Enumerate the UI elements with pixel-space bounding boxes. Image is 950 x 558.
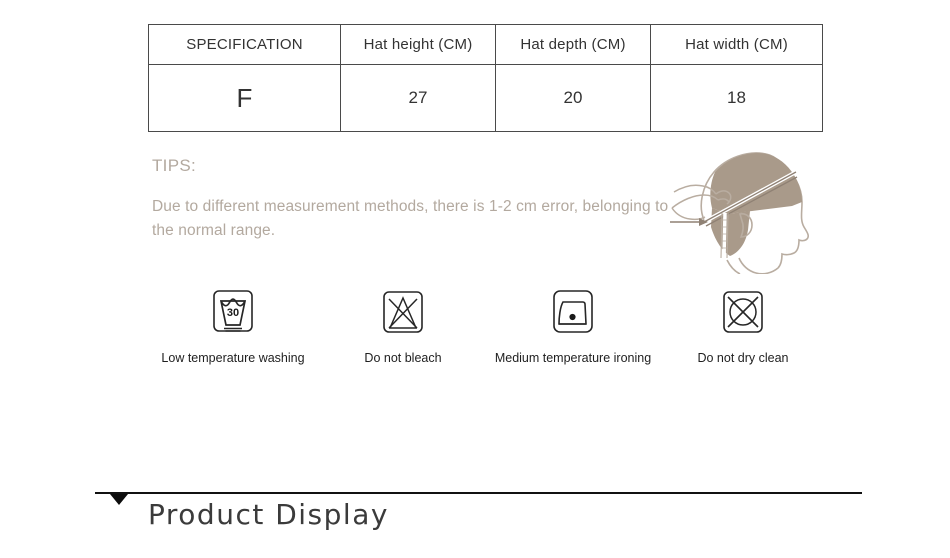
table-header-hat-width: Hat width (CM)	[650, 24, 823, 65]
care-item-bleach: Do not bleach	[318, 288, 488, 366]
table-row: F 27 20 18	[148, 64, 823, 132]
cell-hat-depth: 20	[495, 64, 651, 132]
care-item-dry-clean: Do not dry clean	[658, 288, 828, 366]
table-header-row: SPECIFICATION Hat height (CM) Hat depth …	[148, 24, 823, 65]
care-label-washing: Low temperature washing	[161, 351, 305, 365]
cell-hat-width: 18	[650, 64, 823, 132]
cell-hat-height: 27	[340, 64, 496, 132]
low-temperature-washing-icon: 30	[210, 288, 256, 338]
cell-size: F	[148, 64, 341, 132]
care-label-dry-clean: Do not dry clean	[697, 351, 789, 365]
do-not-bleach-icon	[380, 288, 426, 338]
tips-block: TIPS: Due to different measurement metho…	[152, 156, 682, 242]
care-label-bleach: Do not bleach	[364, 351, 442, 365]
tips-body: Due to different measurement methods, th…	[152, 198, 669, 239]
care-label-ironing: Medium temperature ironing	[494, 351, 652, 365]
care-instructions-row: 30 Low temperature washing Do not bleach	[148, 288, 828, 366]
section-divider-rule	[95, 492, 862, 494]
do-not-dry-clean-icon	[720, 288, 766, 338]
table-header-hat-height: Hat height (CM)	[340, 24, 496, 65]
product-display-heading: Product Display	[148, 498, 389, 531]
tips-title: TIPS:	[152, 156, 197, 175]
specification-table: SPECIFICATION Hat height (CM) Hat depth …	[148, 24, 823, 132]
wash-temperature-value: 30	[227, 307, 239, 319]
care-item-ironing: Medium temperature ironing	[488, 288, 658, 366]
triangle-down-icon	[110, 494, 128, 505]
table-header-hat-depth: Hat depth (CM)	[495, 24, 651, 65]
head-measure-illustration	[668, 134, 828, 275]
care-item-washing: 30 Low temperature washing	[148, 288, 318, 366]
table-header-specification: SPECIFICATION	[148, 24, 341, 65]
medium-temperature-ironing-icon	[550, 288, 596, 338]
